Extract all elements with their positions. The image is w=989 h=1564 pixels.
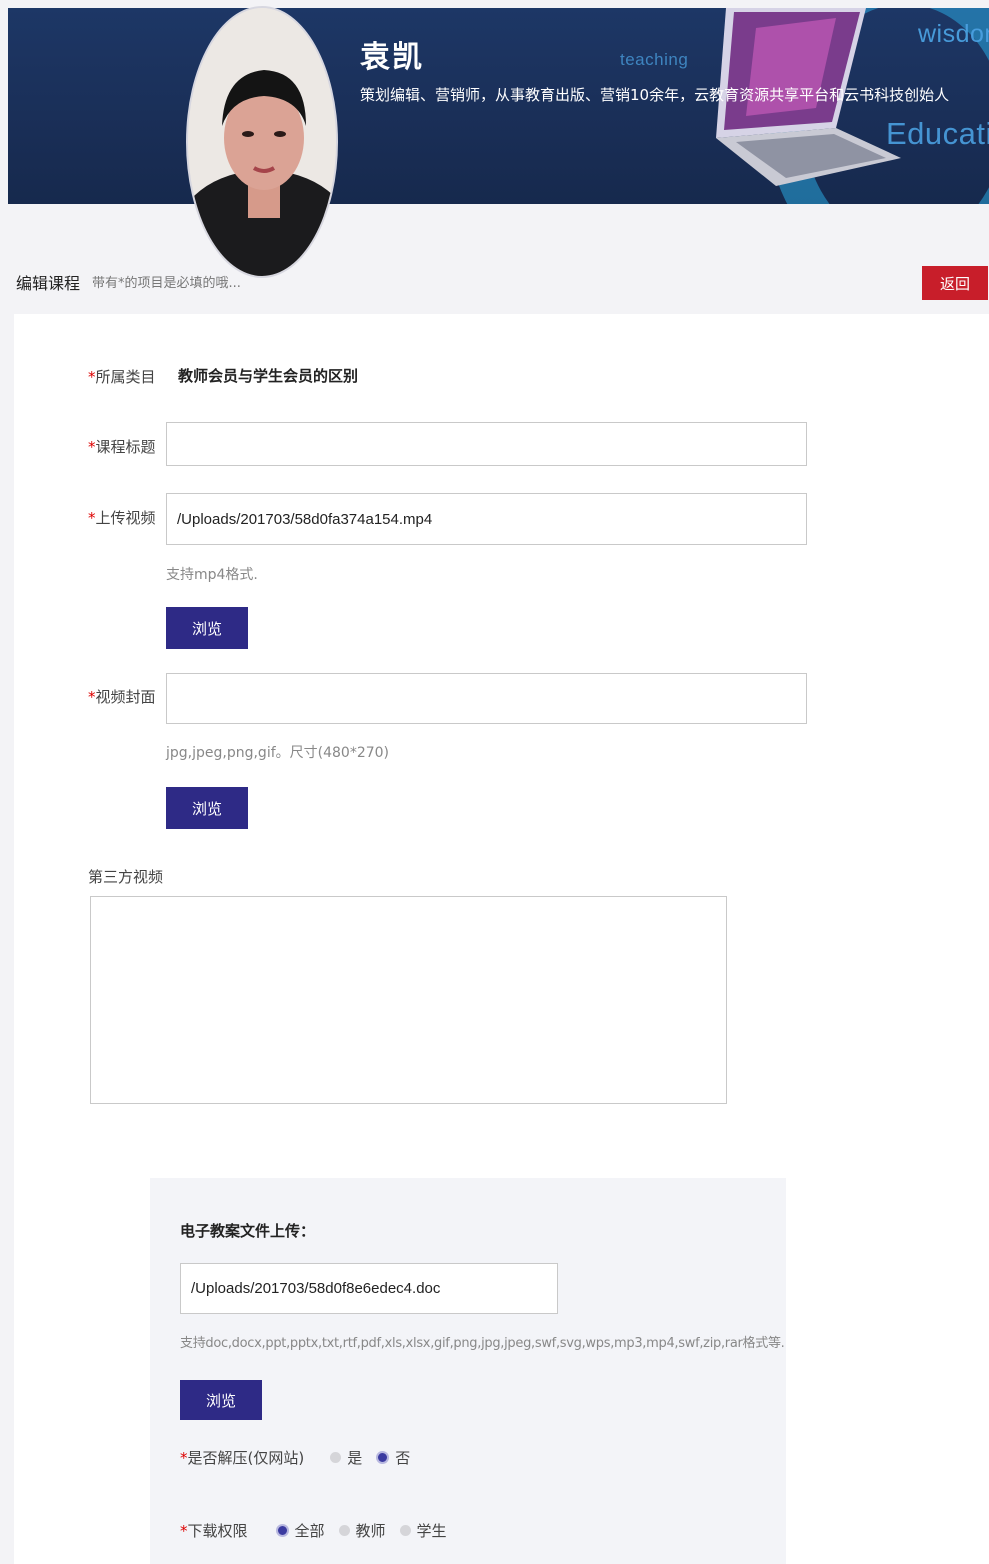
third-party-label: 第三方视频 [88,868,164,886]
course-title-label: *课程标题 [88,436,156,457]
banner-word-education: Education [886,116,989,151]
radio-dot-icon [399,1525,411,1536]
permission-teacher-radio[interactable]: 教师 [338,1520,386,1541]
radio-dot-icon [330,1452,342,1463]
cover-path-input[interactable] [166,673,807,724]
video-label: *上传视频 [88,507,156,528]
required-mark: * [180,1448,188,1467]
category-label: *所属类目 [88,366,156,387]
required-hint: 带有*的项目是必填的哦... [92,276,241,291]
teacher-name: 袁凯 [360,40,424,75]
upload-format-hint: 支持doc,docx,ppt,pptx,txt,rtf,pdf,xls,xlsx… [180,1336,785,1351]
video-browse-button[interactable]: 浏览 [166,607,248,649]
unzip-no-radio[interactable]: 否 [376,1447,410,1468]
permission-all-label: 全部 [294,1522,325,1540]
permission-student-radio[interactable]: 学生 [399,1520,447,1541]
category-label-text: 所属类目 [95,368,156,386]
unzip-no-label: 否 [395,1449,411,1467]
radio-selected-icon [275,1524,289,1537]
required-mark: * [88,368,96,386]
permission-student-label: 学生 [416,1522,447,1540]
lesson-file-path-input[interactable] [180,1263,558,1314]
permission-teacher-label: 教师 [355,1522,386,1540]
required-mark: * [88,438,96,456]
video-format-hint: 支持mp4格式. [166,567,258,583]
cover-browse-button[interactable]: 浏览 [166,787,248,829]
lesson-file-browse-button[interactable]: 浏览 [180,1380,262,1420]
video-path-input[interactable] [166,493,807,545]
category-value: 教师会员与学生会员的区别 [178,367,359,385]
unzip-yes-label: 是 [347,1449,363,1467]
avatar [186,6,338,278]
unzip-yes-radio[interactable]: 是 [330,1447,362,1468]
required-mark: * [88,688,96,706]
banner-word-wisdom: wisdom [918,20,989,48]
cover-format-hint: jpg,jpeg,png,gif。尺寸(480*270) [166,745,390,761]
upload-title: 电子教案文件上传： [180,1222,316,1240]
radio-dot-icon [338,1525,350,1536]
permission-all-radio[interactable]: 全部 [275,1520,325,1541]
download-permission-row: * 下载权限 全部 教师 学生 [180,1520,461,1541]
course-title-input[interactable] [166,422,807,466]
unzip-label: 是否解压(仅网站) [187,1449,305,1467]
cover-label: *视频封面 [88,686,156,707]
cover-label-text: 视频封面 [95,688,156,706]
required-mark: * [88,509,96,527]
page-title: 编辑课程 [16,274,81,293]
permission-label: 下载权限 [187,1522,248,1540]
back-button[interactable]: 返回 [922,266,988,300]
avatar-portrait [188,8,336,276]
course-title-label-text: 课程标题 [95,438,156,456]
unzip-option-row: * 是否解压(仅网站) 是 否 [180,1447,424,1468]
profile-banner: teaching wisdom Education 袁凯 策划编辑、营销师，从事… [8,8,989,204]
video-label-text: 上传视频 [95,509,156,527]
third-party-textarea[interactable] [90,896,727,1104]
teacher-bio: 策划编辑、营销师，从事教育出版、营销10余年，云教育资源共享平台和云书科技创始人 [360,86,950,104]
banner-word-teaching: teaching [620,50,689,69]
required-mark: * [180,1521,188,1540]
radio-selected-icon [376,1451,390,1464]
subheader-bar [8,204,989,312]
